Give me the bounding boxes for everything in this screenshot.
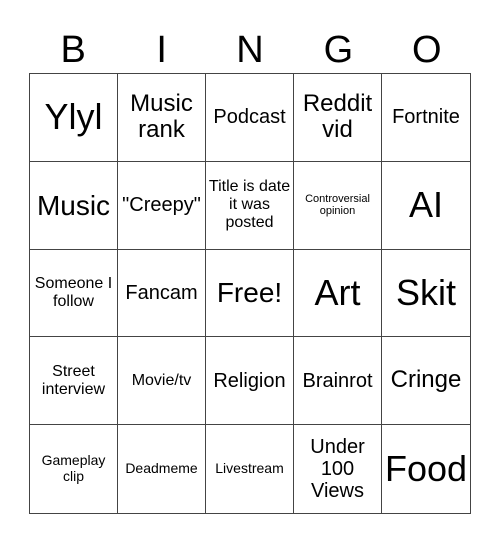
bingo-cell[interactable]: Deadmeme (118, 425, 206, 513)
bingo-cell[interactable]: Someone I follow (30, 249, 118, 338)
bingo-cell[interactable]: Cringe (382, 337, 470, 426)
header-letter-i: I (156, 29, 167, 71)
header-letter-o: O (412, 29, 442, 71)
header-letter-n: N (236, 29, 264, 71)
bingo-cell[interactable]: Ylyl (30, 74, 118, 162)
bingo-cell[interactable]: Street interview (30, 337, 118, 426)
bingo-cell[interactable]: Title is date it was posted (206, 161, 294, 250)
bingo-cell[interactable]: Brainrot (294, 337, 382, 426)
bingo-cell[interactable]: Religion (206, 337, 294, 426)
bingo-cell[interactable]: Food (382, 425, 470, 513)
bingo-cell[interactable]: Music rank (118, 74, 206, 162)
bingo-cell[interactable]: Reddit vid (294, 74, 382, 162)
bingo-cell[interactable]: Podcast (206, 74, 294, 162)
bingo-cell[interactable]: Free! (206, 249, 294, 338)
bingo-header: B I N G O (29, 28, 471, 72)
bingo-cell[interactable]: Livestream (206, 425, 294, 513)
bingo-cell[interactable]: AI (382, 162, 470, 250)
bingo-cell[interactable]: Fancam (118, 249, 206, 338)
bingo-cell[interactable]: Art (294, 249, 382, 338)
bingo-grid: Ylyl Music rank Podcast Reddit vid Fortnite M… (29, 73, 471, 514)
bingo-cell[interactable]: Controversial opinion (294, 161, 382, 250)
bingo-cell[interactable]: Fortnite (382, 74, 470, 162)
header-letter-b: B (60, 29, 86, 71)
bingo-cell[interactable]: "Creepy" (118, 161, 206, 250)
bingo-cell[interactable]: Music (30, 161, 118, 250)
bingo-cell[interactable]: Skit (382, 250, 470, 338)
bingo-cell[interactable]: Under 100 Views (294, 425, 382, 513)
header-letter-g: G (323, 29, 354, 71)
bingo-cell[interactable]: Movie/tv (118, 337, 206, 426)
bingo-cell[interactable]: Gameplay clip (30, 425, 118, 513)
